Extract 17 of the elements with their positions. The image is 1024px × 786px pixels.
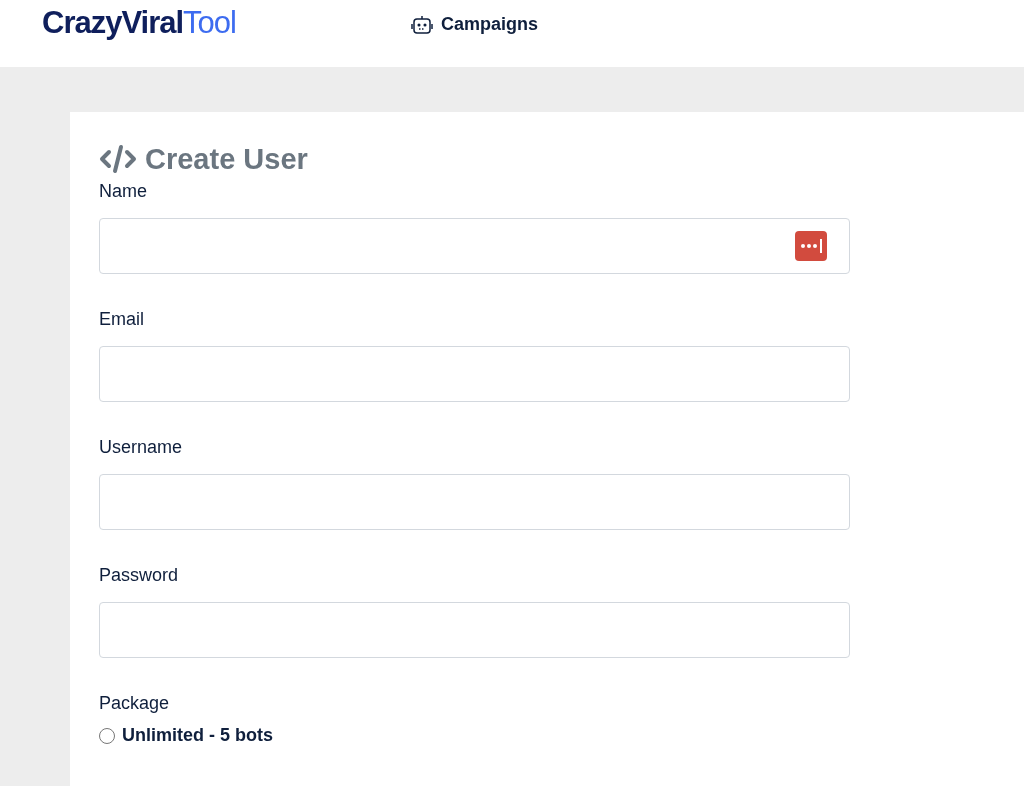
- field-label: Name: [99, 180, 148, 203]
- input-field[interactable]: [99, 474, 850, 530]
- field-label: Email: [99, 308, 145, 331]
- input-field[interactable]: [99, 602, 850, 658]
- radio-button[interactable]: [99, 727, 115, 744]
- password-manager-icon[interactable]: [795, 231, 827, 261]
- radio-label: Unlimited - 5 bots: [122, 724, 273, 747]
- field-label: Username: [99, 436, 184, 459]
- field-label: Password: [99, 564, 180, 587]
- robot-icon: [410, 14, 433, 35]
- field-label: Package: [99, 692, 171, 715]
- logo[interactable]: CrazyViralTool: [42, 4, 236, 42]
- code-icon: [99, 144, 137, 174]
- input-field[interactable]: [99, 218, 850, 274]
- nav-link[interactable]: Campaigns: [410, 11, 538, 38]
- input-field[interactable]: [99, 346, 850, 402]
- form-title: Create User: [145, 142, 308, 176]
